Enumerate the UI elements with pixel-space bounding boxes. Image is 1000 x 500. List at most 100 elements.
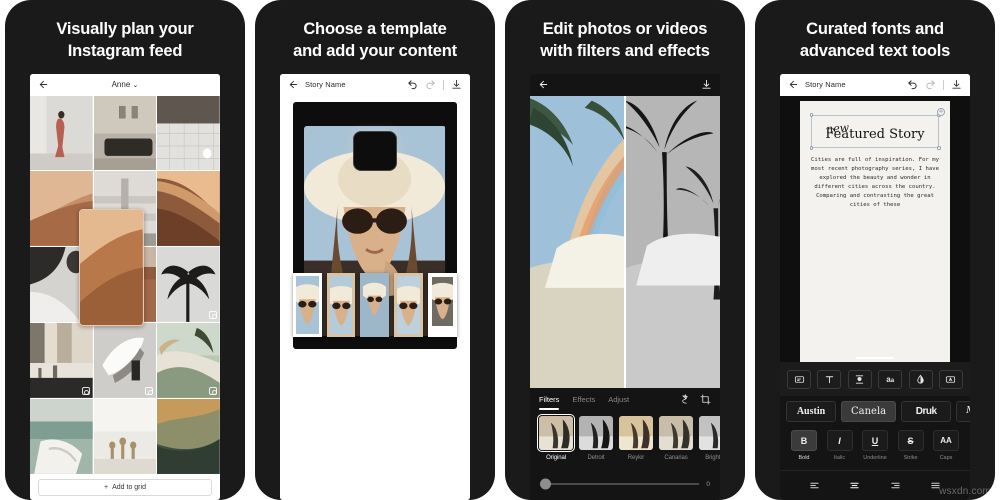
filter-item[interactable]: Reykir (619, 416, 653, 461)
style-strike[interactable]: S Strike (896, 430, 926, 461)
filter-thumb (536, 413, 576, 453)
grid-cell[interactable] (157, 95, 220, 171)
text-background-icon[interactable] (938, 369, 963, 389)
template-thumbnail-strip[interactable] (293, 269, 457, 341)
undo-icon[interactable] (907, 79, 918, 90)
resize-handle-icon[interactable] (937, 146, 941, 150)
grid-cell[interactable] (30, 323, 93, 399)
font-chip[interactable]: Druk (901, 400, 952, 422)
tab-effects[interactable]: Effects (572, 395, 595, 404)
download-icon[interactable] (951, 79, 962, 90)
style-label: Bold (798, 455, 810, 461)
headline-line-1: Visually plan your (56, 20, 194, 38)
filter-label: Reykir (627, 455, 645, 461)
editor-tab-bar[interactable]: Filters Effects Adjust (530, 388, 720, 410)
align-right-icon[interactable] (887, 479, 903, 493)
template-thumb[interactable] (360, 272, 390, 337)
panel-headline: Choose a template and add your content (255, 0, 495, 63)
style-glyph: U (862, 430, 888, 451)
add-to-grid-label: Add to grid (112, 483, 146, 491)
letter-case-icon[interactable]: aa (878, 369, 903, 389)
redo-icon[interactable] (925, 79, 936, 90)
arrow-left-icon[interactable] (788, 79, 799, 90)
style-glyph: AA (933, 430, 959, 451)
panel-edit-photos: Edit photos or videos with filters and e… (505, 0, 745, 500)
slider-knob[interactable] (540, 478, 551, 490)
template-placeholder-slot[interactable] (353, 130, 397, 171)
text-style-row[interactable]: B Bold I Italic U Underline S Strike AA (780, 426, 970, 470)
template-thumb[interactable] (326, 272, 356, 337)
filter-thumbnail-strip[interactable]: Original Detroit Reykir Canarias Brighto… (530, 410, 720, 472)
redo-icon[interactable] (425, 79, 436, 90)
template-topbar: Story Name (280, 73, 470, 96)
add-to-grid-bar: + Add to grid (30, 474, 220, 500)
style-caps[interactable]: AA Caps (931, 430, 961, 461)
style-italic[interactable]: I Italic (825, 430, 855, 461)
opacity-icon[interactable] (908, 369, 933, 389)
tab-filters[interactable]: Filters (539, 395, 560, 410)
grid-cell[interactable] (93, 323, 157, 399)
grid-cell[interactable] (157, 247, 220, 323)
template-thumb[interactable] (427, 272, 457, 337)
font-chip[interactable]: Austin (786, 400, 836, 422)
filter-item[interactable]: Canarias (659, 416, 693, 461)
feed-grid[interactable] (30, 95, 220, 474)
filter-intensity-slider[interactable]: 0 (530, 472, 720, 500)
template-frame[interactable] (293, 101, 457, 349)
headline-line-2: and add your content (293, 42, 457, 61)
style-label: Strike (903, 455, 918, 461)
story-text-card[interactable]: ✛ new Featured Story Cities are full of … (800, 100, 950, 362)
chevron-down-icon: ⌄ (132, 82, 139, 90)
grid-account-title[interactable]: Anne ⌄ (30, 80, 220, 89)
template-canvas-stage (280, 95, 470, 500)
selected-text-box[interactable]: ✛ new Featured Story (809, 107, 945, 150)
text-color-icon[interactable] (847, 369, 872, 389)
selected-grid-tile[interactable] (79, 209, 144, 327)
story-name-label[interactable]: Story Name (805, 80, 846, 89)
filter-item[interactable]: Detroit (579, 416, 613, 461)
align-left-icon[interactable] (806, 479, 822, 493)
resize-handle-icon[interactable] (809, 113, 813, 117)
template-thumb[interactable] (394, 272, 423, 337)
text-box-icon[interactable] (787, 369, 811, 389)
font-chip[interactable]: Canela (841, 400, 897, 422)
editor-preview[interactable] (530, 95, 720, 388)
undo-icon[interactable] (407, 79, 418, 90)
slider-track[interactable] (540, 478, 700, 490)
grid-cell[interactable] (157, 171, 220, 247)
add-to-grid-button[interactable]: + Add to grid (38, 478, 212, 496)
download-icon[interactable] (701, 79, 712, 90)
text-style-icon[interactable] (817, 369, 842, 389)
download-icon[interactable] (451, 79, 462, 90)
story-name-label[interactable]: Story Name (305, 80, 346, 89)
align-center-icon[interactable] (847, 479, 863, 493)
arrow-left-icon[interactable] (38, 79, 49, 90)
grid-cell[interactable] (93, 95, 157, 171)
grid-cell[interactable] (30, 399, 93, 474)
slider-value: 0 (706, 480, 710, 488)
tab-adjust[interactable]: Adjust (608, 395, 629, 404)
grid-cell[interactable] (157, 399, 220, 474)
resize-handle-icon[interactable] (809, 146, 813, 150)
filter-item[interactable]: Brighton (699, 416, 720, 461)
editor-topbar (530, 73, 720, 96)
filter-item[interactable]: Original (536, 413, 576, 461)
grid-cell[interactable] (157, 323, 220, 399)
template-thumb[interactable] (293, 272, 322, 337)
magic-wand-icon[interactable] (679, 393, 690, 405)
font-chip[interactable]: Master (956, 400, 970, 422)
grid-cell[interactable] (93, 399, 157, 474)
arrow-left-icon[interactable] (538, 79, 549, 90)
grid-cell[interactable] (30, 95, 93, 171)
crop-icon[interactable] (700, 394, 711, 405)
rotate-handle-icon[interactable]: ✛ (937, 107, 945, 116)
arrow-left-icon[interactable] (288, 79, 299, 90)
style-underline[interactable]: U Underline (860, 430, 890, 461)
preview-after-bw (625, 95, 720, 388)
filter-label: Brighton (705, 455, 720, 461)
text-tool-button-row[interactable]: aa (780, 362, 970, 396)
filter-label: Canarias (664, 455, 688, 461)
font-picker-row[interactable]: Austin Canela Druk Master (780, 396, 970, 426)
preview-before-color (530, 95, 625, 388)
style-bold[interactable]: B Bold (789, 430, 819, 461)
